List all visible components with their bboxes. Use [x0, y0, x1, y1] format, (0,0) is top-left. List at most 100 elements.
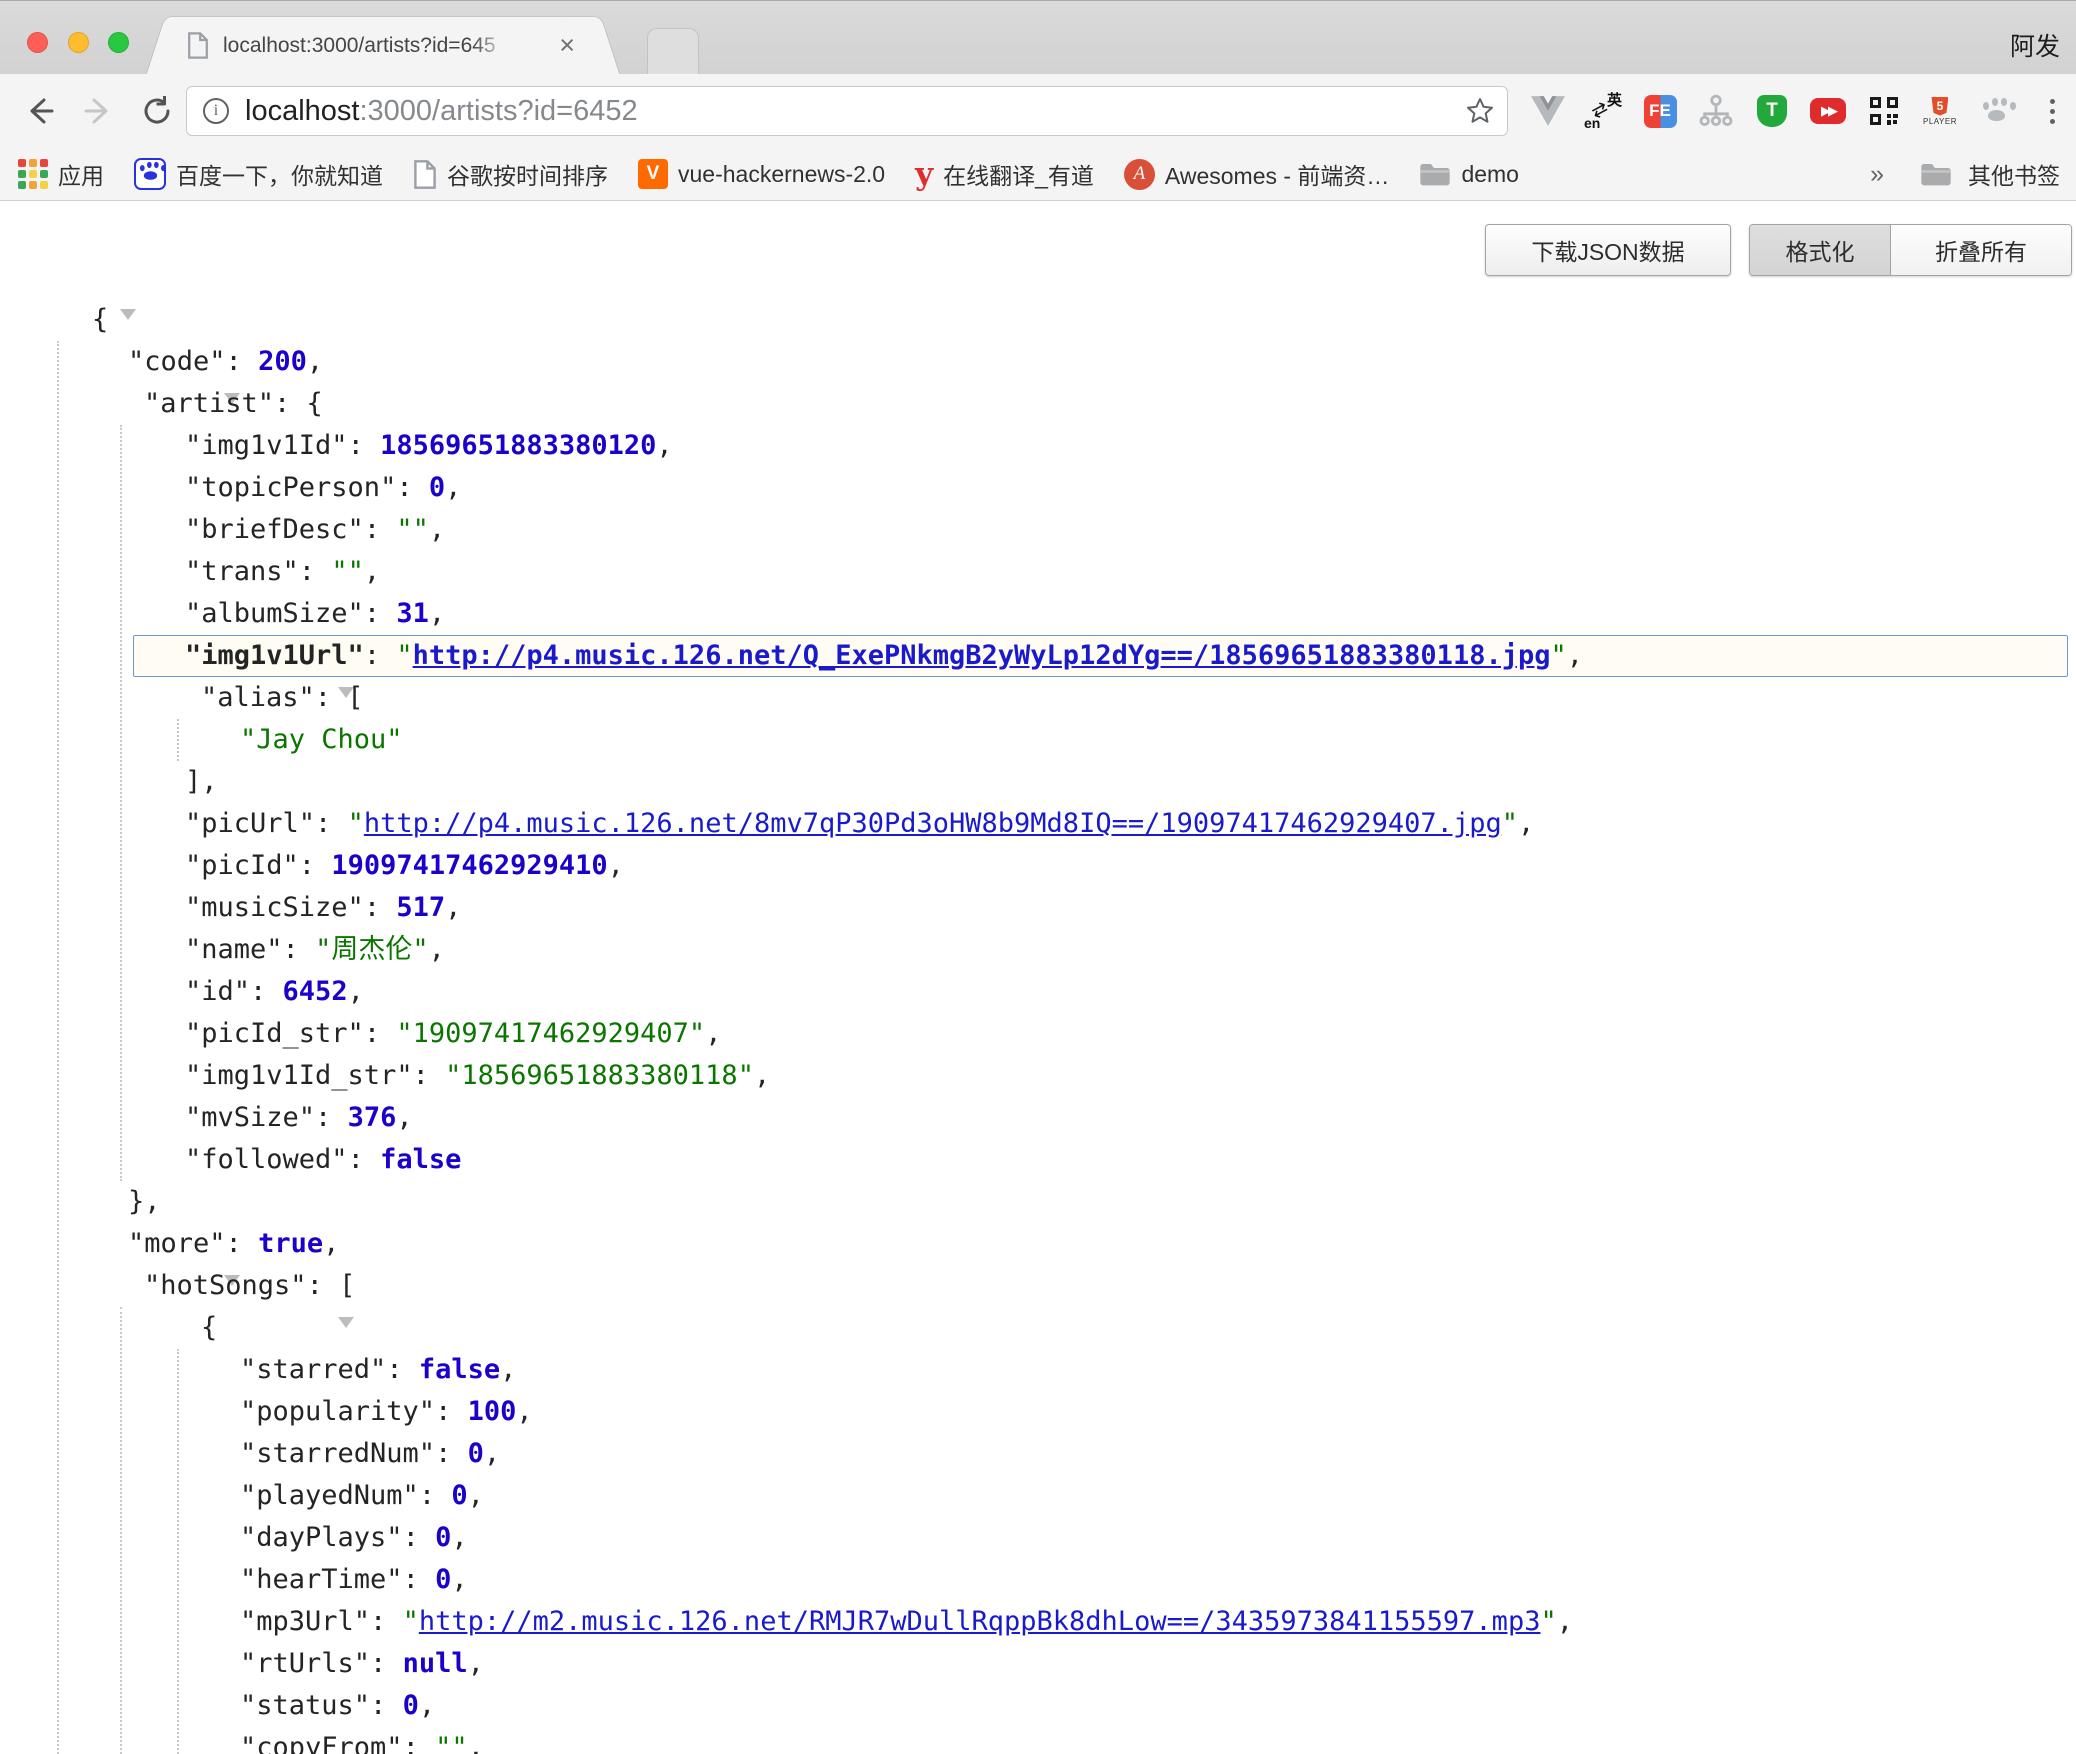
json-token: , — [419, 1690, 435, 1721]
extensions-row: ⇄英en FE T ▶▶ 5PLAYER — [1528, 87, 2072, 135]
json-token: , — [484, 1438, 500, 1469]
video-play-icon[interactable]: ▶▶ — [1808, 89, 1848, 133]
bookmark-star-icon[interactable] — [1465, 96, 1495, 126]
paw-icon[interactable] — [1976, 89, 2016, 133]
bookmark-label: Awesomes - 前端资… — [1165, 157, 1390, 191]
json-token: { — [92, 304, 108, 335]
folder-icon — [1419, 161, 1451, 187]
json-line: "img1v1Id": 18569651883380120, — [0, 425, 2076, 467]
json-token: false — [380, 1144, 461, 1175]
json-line: "mp3Url": "http://m2.music.126.net/RMJR7… — [0, 1601, 2076, 1643]
json-token: "" — [435, 1732, 468, 1754]
url-host: localhost — [245, 95, 359, 127]
json-key: "picId" — [185, 850, 299, 881]
json-key: "starred" — [240, 1354, 386, 1385]
sitemap-icon[interactable] — [1696, 89, 1736, 133]
json-token: , — [754, 1060, 770, 1091]
collapse-triangle-icon[interactable] — [338, 1317, 354, 1359]
browser-tab[interactable]: localhost:3000/artists?id=645 × — [173, 16, 593, 75]
bookmarks-overflow-chevron-icon[interactable]: » — [1870, 160, 1884, 189]
bookmark-label: 谷歌按时间排序 — [447, 157, 608, 191]
json-line: "picUrl": "http://p4.music.126.net/8mv7q… — [0, 803, 2076, 845]
fe-glyph: FE — [1644, 95, 1677, 128]
bookmark-item[interactable]: demo — [1419, 161, 1519, 188]
bookmark-item[interactable]: AAwesomes - 前端资… — [1124, 157, 1390, 191]
json-token: , — [468, 1648, 484, 1679]
bookmark-label: 百度一下，你就知道 — [176, 157, 383, 191]
json-line: "trans": "", — [0, 551, 2076, 593]
json-token: : — [386, 1354, 419, 1385]
json-token: 19097417462929410 — [331, 850, 607, 881]
bookmarks-bar: 应用 百度一下，你就知道 谷歌按时间排序 Vvue-hackernews-2.0 y在线… — [0, 148, 2076, 201]
h5player-icon[interactable]: 5PLAYER — [1920, 89, 1960, 133]
json-key: "artist" — [144, 388, 274, 419]
tab-close-icon[interactable]: × — [559, 30, 575, 60]
json-link[interactable]: http://p4.music.126.net/8mv7qP30Pd3oHW8b… — [364, 808, 1502, 839]
json-token: "" — [396, 514, 429, 545]
url-path: :3000/artists?id=6452 — [359, 95, 637, 127]
json-token: : — [396, 472, 429, 503]
json-key: "rtUrls" — [240, 1648, 370, 1679]
json-token: , — [451, 1564, 467, 1595]
json-token: " — [1540, 1606, 1556, 1637]
page-info-icon[interactable]: i — [203, 98, 229, 124]
view-mode-segmented-control: 格式化 折叠所有 — [1749, 224, 2072, 276]
new-tab-button[interactable] — [647, 28, 699, 75]
json-token: " — [403, 1606, 419, 1637]
collapse-all-button[interactable]: 折叠所有 — [1891, 225, 2071, 275]
qr-code-icon[interactable] — [1864, 89, 1904, 133]
json-key: "img1v1Id" — [185, 430, 348, 461]
json-token: : { — [274, 388, 323, 419]
menu-dots-glyph — [2050, 99, 2055, 124]
json-token: : — [403, 1732, 436, 1754]
json-token: , — [608, 850, 624, 881]
macos-zoom-button[interactable] — [108, 32, 129, 53]
chrome-profile-name[interactable]: 阿发 — [2010, 27, 2060, 63]
json-token: ], — [185, 766, 218, 797]
address-bar[interactable]: i localhost:3000/artists?id=6452 — [186, 86, 1508, 136]
json-key: "dayPlays" — [240, 1522, 403, 1553]
json-token: : [ — [307, 1270, 356, 1301]
fe-icon[interactable]: FE — [1640, 89, 1680, 133]
json-line: "followed": false — [0, 1139, 2076, 1181]
bookmark-item[interactable]: 谷歌按时间排序 — [413, 157, 608, 191]
download-json-button[interactable]: 下载JSON数据 — [1485, 224, 1731, 276]
json-token: " — [1550, 640, 1566, 671]
json-token: 517 — [396, 892, 445, 923]
json-key: "code" — [128, 346, 226, 377]
json-link[interactable]: http://p4.music.126.net/Q_ExePNkmgB2yWyL… — [413, 640, 1551, 671]
bookmark-item[interactable]: y在线翻译_有道 — [915, 157, 1094, 191]
json-token: , — [429, 934, 445, 965]
json-link[interactable]: http://m2.music.126.net/RMJR7wDullRqppBk… — [419, 1606, 1541, 1637]
json-key: "starredNum" — [240, 1438, 435, 1469]
tampermonkey-icon[interactable]: T — [1752, 89, 1792, 133]
other-bookmarks-label[interactable]: 其他书签 — [1968, 157, 2060, 191]
json-tree: {"code": 200,"artist": {"img1v1Id": 1856… — [0, 299, 2076, 1754]
vue-devtools-icon[interactable] — [1528, 89, 1568, 133]
json-token: : — [370, 1648, 403, 1679]
json-token: 18569651883380120 — [380, 430, 656, 461]
json-key: "status" — [240, 1690, 370, 1721]
bookmark-item[interactable]: 百度一下，你就知道 — [134, 157, 383, 191]
json-token: , — [500, 1354, 516, 1385]
reload-icon[interactable] — [140, 94, 174, 128]
translate-icon[interactable]: ⇄英en — [1584, 89, 1624, 133]
url-text[interactable]: localhost:3000/artists?id=6452 — [245, 96, 638, 126]
macos-minimize-button[interactable] — [68, 32, 89, 53]
json-line: }, — [0, 1181, 2076, 1223]
collapse-triangle-icon[interactable] — [120, 309, 136, 351]
bookmark-item[interactable]: 应用 — [18, 157, 104, 191]
bookmarks-right: » 其他书签 — [1870, 148, 2060, 200]
window-frame: localhost:3000/artists?id=645 × 阿发 — [0, 0, 2076, 74]
macos-close-button[interactable] — [27, 32, 48, 53]
json-token: : — [413, 1060, 446, 1091]
forward-icon[interactable] — [82, 94, 116, 128]
format-button[interactable]: 格式化 — [1750, 225, 1891, 275]
json-line: "musicSize": 517, — [0, 887, 2076, 929]
json-key: "name" — [185, 934, 283, 965]
back-icon[interactable] — [22, 94, 56, 128]
browser-menu-icon[interactable] — [2032, 89, 2072, 133]
bookmark-item[interactable]: Vvue-hackernews-2.0 — [638, 159, 885, 189]
json-token: : — [364, 1018, 397, 1049]
json-token: 0 — [468, 1438, 484, 1469]
